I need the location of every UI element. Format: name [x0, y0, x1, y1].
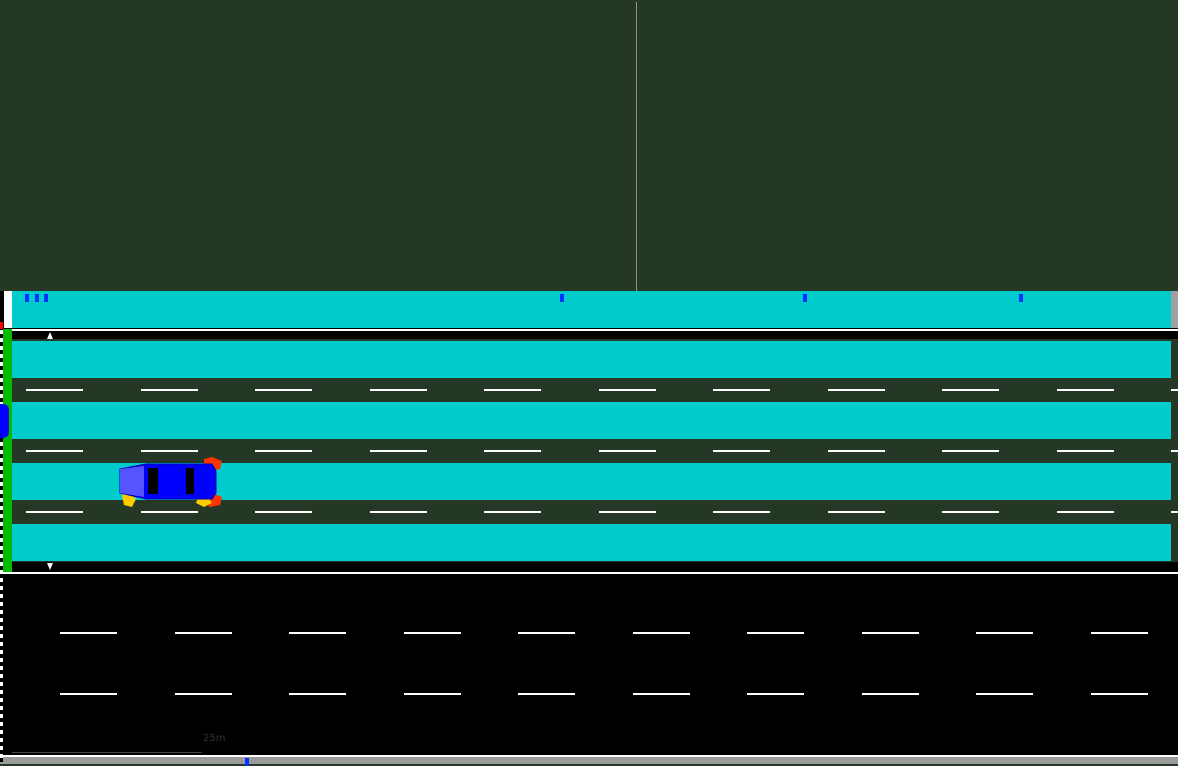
lane-dash [1090, 693, 1148, 695]
lane-dash [140, 511, 198, 513]
lane-dash [942, 450, 999, 452]
car-hood [120, 466, 144, 497]
lane-dash [484, 450, 541, 452]
lane-dash [60, 632, 117, 634]
arrow-down-icon [47, 563, 53, 570]
lane-dash [26, 511, 83, 513]
lane-dash [1171, 389, 1178, 391]
vehicle-partial [0, 404, 9, 438]
detector-marker [25, 294, 29, 302]
opposite-road [0, 562, 1178, 758]
lane-dash [1056, 450, 1114, 452]
lane-dash [518, 632, 575, 634]
lane-dash [713, 450, 770, 452]
scale-bar [12, 752, 202, 753]
lane-dash [255, 389, 312, 391]
detector-marker [560, 294, 564, 302]
lane-dash [1171, 450, 1178, 452]
lane-dash [26, 389, 83, 391]
lane-dash [827, 389, 885, 391]
lane-dash [827, 511, 885, 513]
lane-end-gray [1171, 291, 1178, 328]
lane-dash [861, 632, 919, 634]
lane-dash [747, 632, 804, 634]
lane-dash [289, 632, 346, 634]
lane-dash [632, 632, 690, 634]
lane-dash [255, 450, 312, 452]
lane-dash [289, 693, 346, 695]
lane-dash [140, 450, 198, 452]
lane-dash [942, 511, 999, 513]
car-window [186, 468, 194, 494]
lane-dash [1056, 389, 1114, 391]
lane-dash [255, 511, 312, 513]
centerline [0, 572, 1178, 574]
lane-1 [12, 341, 1171, 378]
lane-dash [484, 389, 541, 391]
divider-line [636, 2, 637, 291]
lane-dash [403, 693, 461, 695]
lane-dash [369, 389, 427, 391]
sidewalk-end [4, 291, 12, 328]
lane-dash [598, 511, 656, 513]
lane-dash [1090, 632, 1148, 634]
lane-dash [140, 389, 198, 391]
lane-dash [942, 389, 999, 391]
lane-dash [174, 632, 232, 634]
grass-area [0, 0, 1178, 291]
lane-dash [747, 693, 804, 695]
arrow-up-icon [47, 332, 53, 339]
detector-marker [245, 758, 249, 766]
lane-dash [369, 450, 427, 452]
detector-marker [803, 294, 807, 302]
lane-dash [827, 450, 885, 452]
lane-dash [26, 450, 83, 452]
signal-red [0, 322, 3, 329]
lane-dash [518, 693, 575, 695]
bottom-shoulder [0, 757, 1178, 764]
car-window [148, 468, 158, 494]
lane-dash [484, 511, 541, 513]
lane-2 [12, 402, 1171, 439]
detector-marker [35, 294, 39, 302]
lane-dash [632, 693, 690, 695]
lane-4 [12, 524, 1171, 561]
lane-dash [598, 389, 656, 391]
lane-dash [60, 693, 117, 695]
lane-dash [1056, 511, 1114, 513]
lane-dash [598, 450, 656, 452]
edge-line-top [0, 329, 1178, 331]
scale-label: 25m [203, 733, 226, 744]
detector-marker [44, 294, 48, 302]
lane-dash [976, 693, 1033, 695]
lane-dash [369, 511, 427, 513]
traffic-signal-bar [3, 329, 12, 572]
lane-sidewalk [12, 291, 1171, 328]
lane-dash [713, 389, 770, 391]
car-vehicle[interactable] [116, 455, 226, 509]
lane-dash [861, 693, 919, 695]
lane-dash [1171, 511, 1178, 513]
lane-dash [976, 632, 1033, 634]
lane-dash [174, 693, 232, 695]
detector-marker [1019, 294, 1023, 302]
lane-dash [713, 511, 770, 513]
lane-dash [403, 632, 461, 634]
